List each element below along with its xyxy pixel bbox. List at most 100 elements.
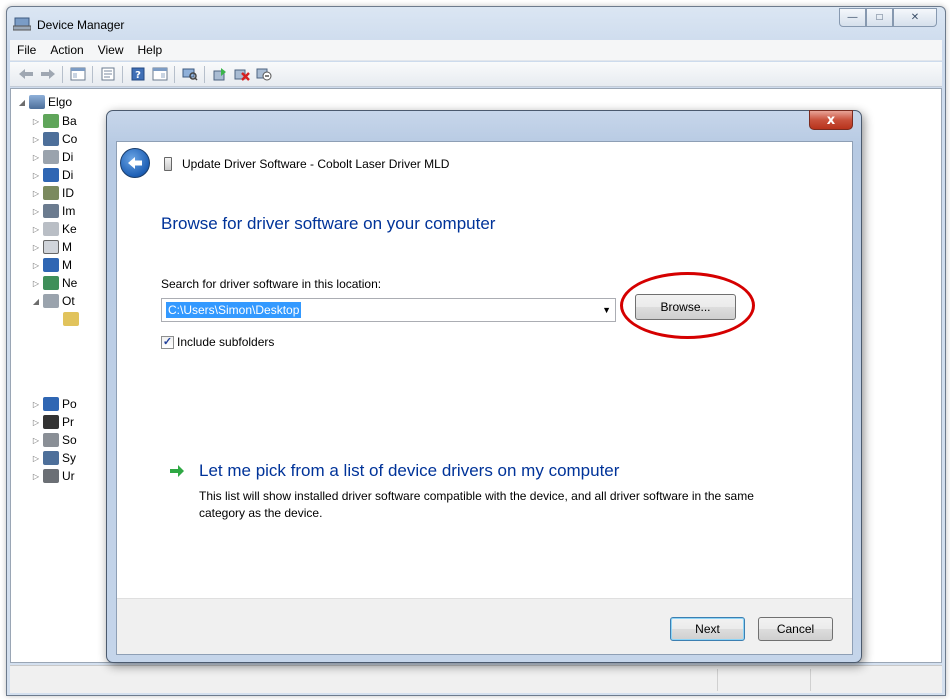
menu-view[interactable]: View [91, 43, 131, 57]
toolbar-separator [204, 65, 205, 83]
minimize-icon[interactable]: — [839, 8, 866, 27]
path-combobox[interactable]: C:\Users\Simon\Desktop ▼ [161, 298, 616, 322]
expand-arrow-icon[interactable]: ▷ [31, 135, 41, 144]
tree-item[interactable]: ▷ Ba [31, 112, 77, 130]
expand-arrow-icon[interactable]: ▷ [31, 225, 41, 234]
tree-item[interactable]: ▷ M [31, 238, 72, 256]
expand-arrow-icon[interactable]: ▷ [31, 279, 41, 288]
update-driver-dialog: x Update Driver Software - Cobolt Laser … [106, 110, 862, 663]
svg-text:?: ? [135, 70, 141, 81]
back-button[interactable] [120, 148, 150, 178]
computer-icon [29, 95, 45, 109]
action-pane-icon[interactable] [150, 65, 169, 84]
disable-icon[interactable] [254, 65, 273, 84]
toolbar-separator [174, 65, 175, 83]
tree-item-label: Ot [62, 294, 75, 308]
tree-item-label: Di [62, 150, 74, 164]
status-bar [10, 665, 942, 693]
tree-item[interactable]: ▷ Sy [31, 449, 76, 467]
maximize-icon[interactable]: □ [866, 8, 893, 27]
tree-item[interactable]: ▷ M [31, 256, 72, 274]
help-icon[interactable]: ? [128, 65, 147, 84]
expand-arrow-icon[interactable]: ▷ [31, 153, 41, 162]
tree-item-label: Pr [62, 415, 74, 429]
tree-item-label: ID [62, 186, 74, 200]
back-arrow-icon[interactable] [16, 65, 35, 84]
expand-arrow-icon[interactable]: ▷ [31, 261, 41, 270]
processor-icon [43, 415, 59, 429]
tree-item[interactable]: ▷ Ur [31, 467, 75, 485]
update-driver-icon[interactable] [210, 65, 229, 84]
cancel-button[interactable]: Cancel [758, 617, 833, 641]
ports-icon [43, 397, 59, 411]
pick-from-list-link[interactable]: Let me pick from a list of device driver… [199, 461, 619, 481]
toolbar: ? [10, 62, 942, 87]
expand-arrow-icon[interactable]: ▷ [31, 171, 41, 180]
tree-item[interactable]: ▷ Di [31, 148, 73, 166]
keyboard-icon [43, 222, 59, 236]
menu-help[interactable]: Help [131, 43, 170, 57]
tree-root[interactable]: ◢ Elgo [17, 93, 72, 111]
next-button[interactable]: Next [670, 617, 745, 641]
monitor-icon [43, 258, 59, 272]
collapse-arrow-icon[interactable]: ◢ [17, 98, 27, 107]
toolbar-separator [92, 65, 93, 83]
expand-arrow-icon[interactable]: ▷ [31, 117, 41, 126]
expand-arrow-icon[interactable]: ▷ [31, 207, 41, 216]
collapse-arrow-icon[interactable]: ◢ [31, 297, 41, 306]
forward-arrow-icon[interactable] [38, 65, 57, 84]
device-manager-icon [13, 17, 31, 31]
status-divider [717, 669, 718, 691]
expand-arrow-icon[interactable]: ▷ [31, 243, 41, 252]
tree-item[interactable]: ▷ Co [31, 130, 77, 148]
dialog-body: Update Driver Software - Cobolt Laser Dr… [116, 141, 853, 655]
tree-item-label: Ne [62, 276, 78, 290]
expand-arrow-icon[interactable]: ▷ [31, 454, 41, 463]
show-hide-console-tree-icon[interactable] [68, 65, 87, 84]
tree-item[interactable]: ▷ Im [31, 202, 75, 220]
dialog-close-button[interactable]: x [809, 110, 853, 130]
include-subfolders-option[interactable]: ✓ Include subfolders [161, 335, 274, 349]
usb-icon [43, 469, 59, 483]
pick-from-list-description: This list will show installed driver sof… [199, 489, 754, 520]
expand-arrow-icon[interactable]: ▷ [31, 418, 41, 427]
tree-item[interactable] [51, 310, 82, 328]
tree-item-label: M [62, 258, 72, 272]
caption-buttons: — □ ✕ [839, 8, 937, 27]
expand-arrow-icon[interactable]: ▷ [31, 400, 41, 409]
menu-action[interactable]: Action [43, 43, 90, 57]
tree-item[interactable]: ▷ Di [31, 166, 73, 184]
expand-arrow-icon[interactable]: ▷ [31, 189, 41, 198]
imaging-device-icon [43, 204, 59, 218]
path-input[interactable]: C:\Users\Simon\Desktop [166, 302, 302, 318]
tree-item-label: Im [62, 204, 76, 218]
uninstall-icon[interactable] [232, 65, 251, 84]
tree-item[interactable]: ▷ Ke [31, 220, 77, 238]
expand-arrow-icon[interactable]: ▷ [31, 472, 41, 481]
expand-arrow-icon[interactable]: ▷ [31, 436, 41, 445]
tree-item-label: Ur [62, 469, 75, 483]
tree-item-label: Sy [62, 451, 77, 465]
title-bar[interactable]: Device Manager — □ ✕ [7, 7, 945, 39]
toolbar-separator [62, 65, 63, 83]
network-adapter-icon [43, 276, 59, 290]
properties-icon[interactable] [98, 65, 117, 84]
tree-item-label: Ke [62, 222, 77, 236]
tree-item-label: Po [62, 397, 77, 411]
menu-file[interactable]: File [10, 43, 43, 57]
tree-item[interactable]: ▷ So [31, 431, 77, 449]
display-adapter-icon [43, 168, 59, 182]
close-icon[interactable]: ✕ [893, 8, 937, 27]
unknown-device-warning-icon [63, 312, 79, 326]
tree-item[interactable]: ▷ ID [31, 184, 74, 202]
dropdown-arrow-icon[interactable]: ▼ [602, 305, 611, 315]
tree-item[interactable]: ▷ Pr [31, 413, 74, 431]
tree-item[interactable]: ▷ Ne [31, 274, 77, 292]
tree-item[interactable]: ◢ Ot [31, 292, 75, 310]
device-icon [164, 157, 172, 171]
scan-hardware-icon[interactable] [180, 65, 199, 84]
sound-icon [43, 433, 59, 447]
tree-item[interactable]: ▷ Po [31, 395, 77, 413]
include-subfolders-checkbox[interactable]: ✓ [161, 335, 174, 349]
tree-item-label: M [62, 240, 72, 254]
